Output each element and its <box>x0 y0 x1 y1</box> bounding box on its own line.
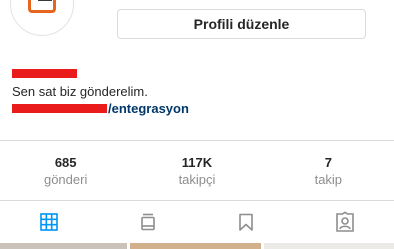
stat-following[interactable]: 7 takip <box>263 141 394 200</box>
grid-icon <box>40 213 59 231</box>
edit-profile-button[interactable]: Profili düzenle <box>117 9 366 39</box>
igtv-icon <box>140 213 155 231</box>
brand-logo-mark <box>38 0 52 1</box>
stat-posts[interactable]: 685 gönderi <box>0 141 131 200</box>
post-thumbnail[interactable] <box>0 243 127 249</box>
stat-following-label: takip <box>314 171 343 187</box>
bookmark-icon <box>239 213 254 231</box>
brand-logo <box>28 0 56 13</box>
stat-following-value: 7 <box>324 154 332 170</box>
profile-link[interactable]: /entegrasyon <box>12 101 189 116</box>
avatar[interactable] <box>10 0 74 36</box>
profile-stats: 685 gönderi 117K takipçi 7 takip <box>0 141 394 200</box>
redacted-link-domain <box>12 104 107 113</box>
tab-saved[interactable] <box>197 201 296 243</box>
profile-bio: Sen sat biz gönderelim. <box>12 84 148 99</box>
post-thumbnail[interactable] <box>264 243 394 249</box>
stat-posts-label: gönderi <box>43 171 88 187</box>
stat-followers-label: takipçi <box>178 171 216 187</box>
profile-link-path: /entegrasyon <box>108 101 189 116</box>
stat-followers[interactable]: 117K takipçi <box>131 141 262 200</box>
stat-followers-value: 117K <box>181 154 213 170</box>
tab-igtv[interactable] <box>99 201 198 243</box>
tab-posts[interactable] <box>0 201 99 243</box>
post-thumbnail[interactable] <box>130 243 261 249</box>
redacted-username <box>12 69 77 78</box>
stat-posts-value: 685 <box>54 154 77 170</box>
tagged-icon <box>335 211 354 232</box>
profile-tabs <box>0 201 394 243</box>
tab-tagged[interactable] <box>296 201 394 243</box>
